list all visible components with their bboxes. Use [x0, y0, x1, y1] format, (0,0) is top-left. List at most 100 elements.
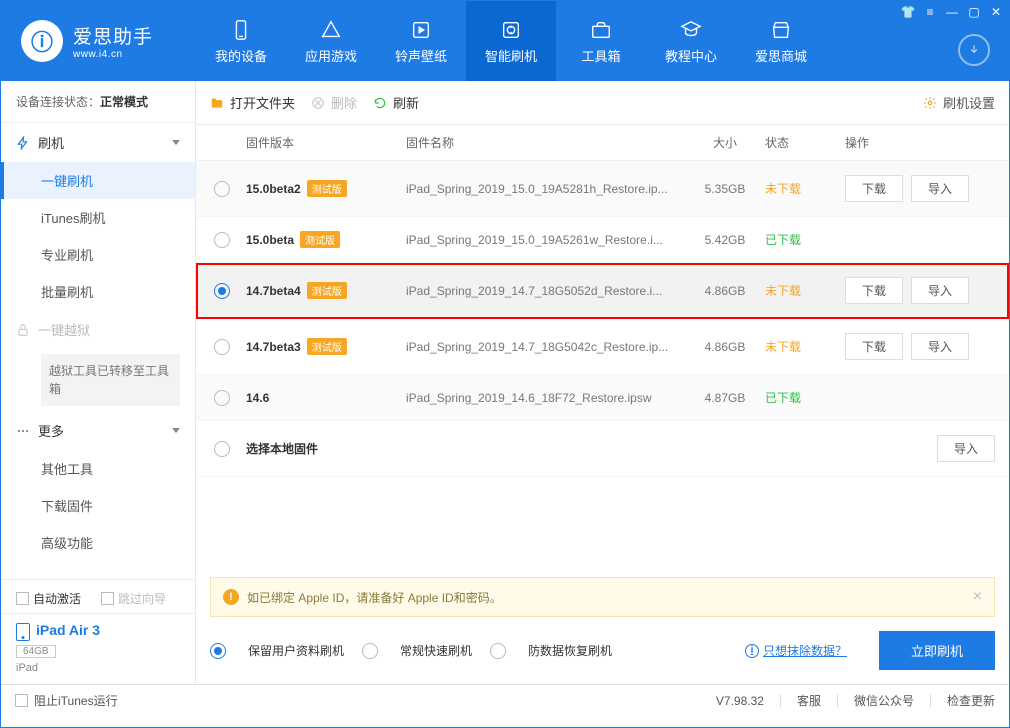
ipad-icon [16, 623, 30, 641]
firmware-radio[interactable] [214, 283, 230, 299]
beta-badge: 测试版 [307, 282, 347, 299]
logo-icon: ⓘ [21, 20, 63, 62]
skip-guide-checkbox[interactable] [101, 592, 114, 605]
firmware-list: 15.0beta2测试版iPad_Spring_2019_15.0_19A528… [196, 161, 1009, 421]
firmware-version: 14.6 [246, 391, 269, 405]
sidebar-item-itunes-flash[interactable]: iTunes刷机 [1, 199, 195, 236]
option-keep-data[interactable]: 保留用户资料刷机 [210, 642, 344, 659]
sidebar-item-download-firmware[interactable]: 下载固件 [1, 487, 195, 524]
firmware-size: 4.87GB [685, 391, 765, 405]
beta-badge: 测试版 [307, 338, 347, 355]
maximize-icon[interactable]: ▢ [966, 4, 982, 20]
app-title: 爱思助手 [73, 22, 153, 49]
download-indicator[interactable] [958, 34, 990, 66]
download-button[interactable]: 下载 [845, 175, 903, 202]
wechat-link[interactable]: 微信公众号 [854, 692, 914, 709]
sidebar-item-other-tools[interactable]: 其他工具 [1, 450, 195, 487]
erase-data-link[interactable]: i只想抹除数据？ [745, 642, 847, 659]
firmware-size: 4.86GB [685, 340, 765, 354]
import-button[interactable]: 导入 [911, 277, 969, 304]
delete-icon [311, 96, 325, 110]
local-firmware-row[interactable]: 选择本地固件 导入 [196, 421, 1009, 477]
firmware-name: iPad_Spring_2019_15.0_19A5261w_Restore.i… [406, 233, 685, 247]
nav-flash[interactable]: 智能刷机 [466, 1, 556, 81]
refresh-button[interactable]: 刷新 [373, 93, 419, 112]
block-itunes-checkbox[interactable] [15, 694, 28, 707]
sidebar-item-oneclick-flash[interactable]: 一键刷机 [1, 162, 195, 199]
firmware-version: 14.7beta4 [246, 284, 301, 298]
firmware-row[interactable]: 14.7beta3测试版iPad_Spring_2019_14.7_18G504… [196, 319, 1009, 375]
nav-ringtones[interactable]: 铃声壁纸 [376, 1, 466, 81]
firmware-name: iPad_Spring_2019_14.7_18G5042c_Restore.i… [406, 340, 685, 354]
store-icon [769, 18, 793, 42]
jailbreak-note: 越狱工具已转移至工具箱 [41, 354, 180, 406]
firmware-status: 未下载 [765, 180, 845, 197]
app-header: ⓘ 爱思助手 www.i4.cn 我的设备 应用游戏 铃声壁纸 智能刷机 工具箱… [1, 1, 1009, 81]
sidebar-item-advanced[interactable]: 高级功能 [1, 524, 195, 561]
device-type: iPad [16, 662, 180, 674]
more-icon [16, 424, 30, 438]
footer: 阻止iTunes运行 V7.98.32 客服 微信公众号 检查更新 [1, 684, 1009, 716]
sidebar-item-pro-flash[interactable]: 专业刷机 [1, 236, 195, 273]
sidebar-group-flash[interactable]: 刷机 [1, 123, 195, 162]
auto-activate-checkbox[interactable] [16, 592, 29, 605]
logo-area: ⓘ 爱思助手 www.i4.cn [1, 20, 196, 62]
nav-tutorials[interactable]: 教程中心 [646, 1, 736, 81]
col-version: 固件版本 [246, 134, 406, 151]
option-anti-recovery[interactable]: 防数据恢复刷机 [490, 642, 612, 659]
nav-apps[interactable]: 应用游戏 [286, 1, 376, 81]
firmware-name: iPad_Spring_2019_14.7_18G5052d_Restore.i… [406, 284, 685, 298]
lock-icon [16, 323, 30, 337]
open-folder-button[interactable]: 打开文件夹 [210, 93, 295, 112]
flash-icon [499, 18, 523, 42]
folder-icon [210, 96, 224, 110]
import-local-button[interactable]: 导入 [937, 435, 995, 462]
firmware-version: 15.0beta [246, 233, 294, 247]
close-icon[interactable]: ✕ [988, 4, 1004, 20]
window-controls: 👕 ≡ — ▢ ✕ [900, 4, 1004, 20]
firmware-row[interactable]: 15.0beta 测试版 iPad_Spring_2019_15.0_19A5261… [196, 217, 1009, 263]
warning-bar: ! 如已绑定 Apple ID，请准备好 Apple ID和密码。 × [210, 577, 995, 617]
download-button[interactable]: 下载 [845, 333, 903, 360]
column-headers: 固件版本 固件名称 大小 状态 操作 [196, 125, 1009, 161]
minimize-icon[interactable]: — [944, 4, 960, 20]
firmware-row[interactable]: 14.7beta4 测试版 iPad_Spring_2019_14.7_18G505… [196, 263, 1009, 319]
download-button[interactable]: 下载 [845, 277, 903, 304]
sidebar-bottom: 自动激活 跳过向导 iPad Air 3 64GB iPad [1, 579, 195, 684]
import-button[interactable]: 导入 [911, 175, 969, 202]
flash-now-button[interactable]: 立即刷机 [879, 631, 995, 670]
firmware-row[interactable]: 14.6iPad_Spring_2019_14.6_18F72_Restore.… [196, 375, 1009, 421]
app-subtitle: www.i4.cn [73, 49, 153, 60]
nav-my-device[interactable]: 我的设备 [196, 1, 286, 81]
firmware-size: 5.35GB [685, 182, 765, 196]
update-link[interactable]: 检查更新 [947, 692, 995, 709]
firmware-radio[interactable] [214, 339, 230, 355]
tshirt-icon[interactable]: 👕 [900, 4, 916, 20]
firmware-name: iPad_Spring_2019_15.0_19A5281h_Restore.i… [406, 182, 685, 196]
device-name: iPad Air 3 [36, 622, 100, 638]
firmware-radio[interactable] [214, 232, 230, 248]
delete-button[interactable]: 删除 [311, 93, 357, 112]
beta-badge: 测试版 [300, 231, 340, 248]
service-link[interactable]: 客服 [797, 692, 821, 709]
refresh-icon [373, 96, 387, 110]
warning-close-icon[interactable]: × [973, 588, 982, 606]
radio-local[interactable] [214, 441, 230, 457]
sidebar-group-more[interactable]: 更多 [1, 411, 195, 450]
tutorial-icon [679, 18, 703, 42]
flash-settings-button[interactable]: 刷机设置 [923, 93, 995, 112]
nav-store[interactable]: 爱思商城 [736, 1, 826, 81]
menu-icon[interactable]: ≡ [922, 4, 938, 20]
sidebar-item-batch-flash[interactable]: 批量刷机 [1, 273, 195, 310]
firmware-status: 未下载 [765, 338, 845, 355]
firmware-radio[interactable] [214, 181, 230, 197]
import-button[interactable]: 导入 [911, 333, 969, 360]
firmware-radio[interactable] [214, 390, 230, 406]
col-size: 大小 [685, 134, 765, 151]
firmware-row[interactable]: 15.0beta2测试版iPad_Spring_2019_15.0_19A528… [196, 161, 1009, 217]
nav-toolbox[interactable]: 工具箱 [556, 1, 646, 81]
sidebar-group-jailbreak: 一键越狱 [1, 310, 195, 349]
main-nav: 我的设备 应用游戏 铃声壁纸 智能刷机 工具箱 教程中心 爱思商城 [196, 1, 1009, 81]
option-normal[interactable]: 常规快速刷机 [362, 642, 472, 659]
info-icon: i [745, 644, 759, 658]
